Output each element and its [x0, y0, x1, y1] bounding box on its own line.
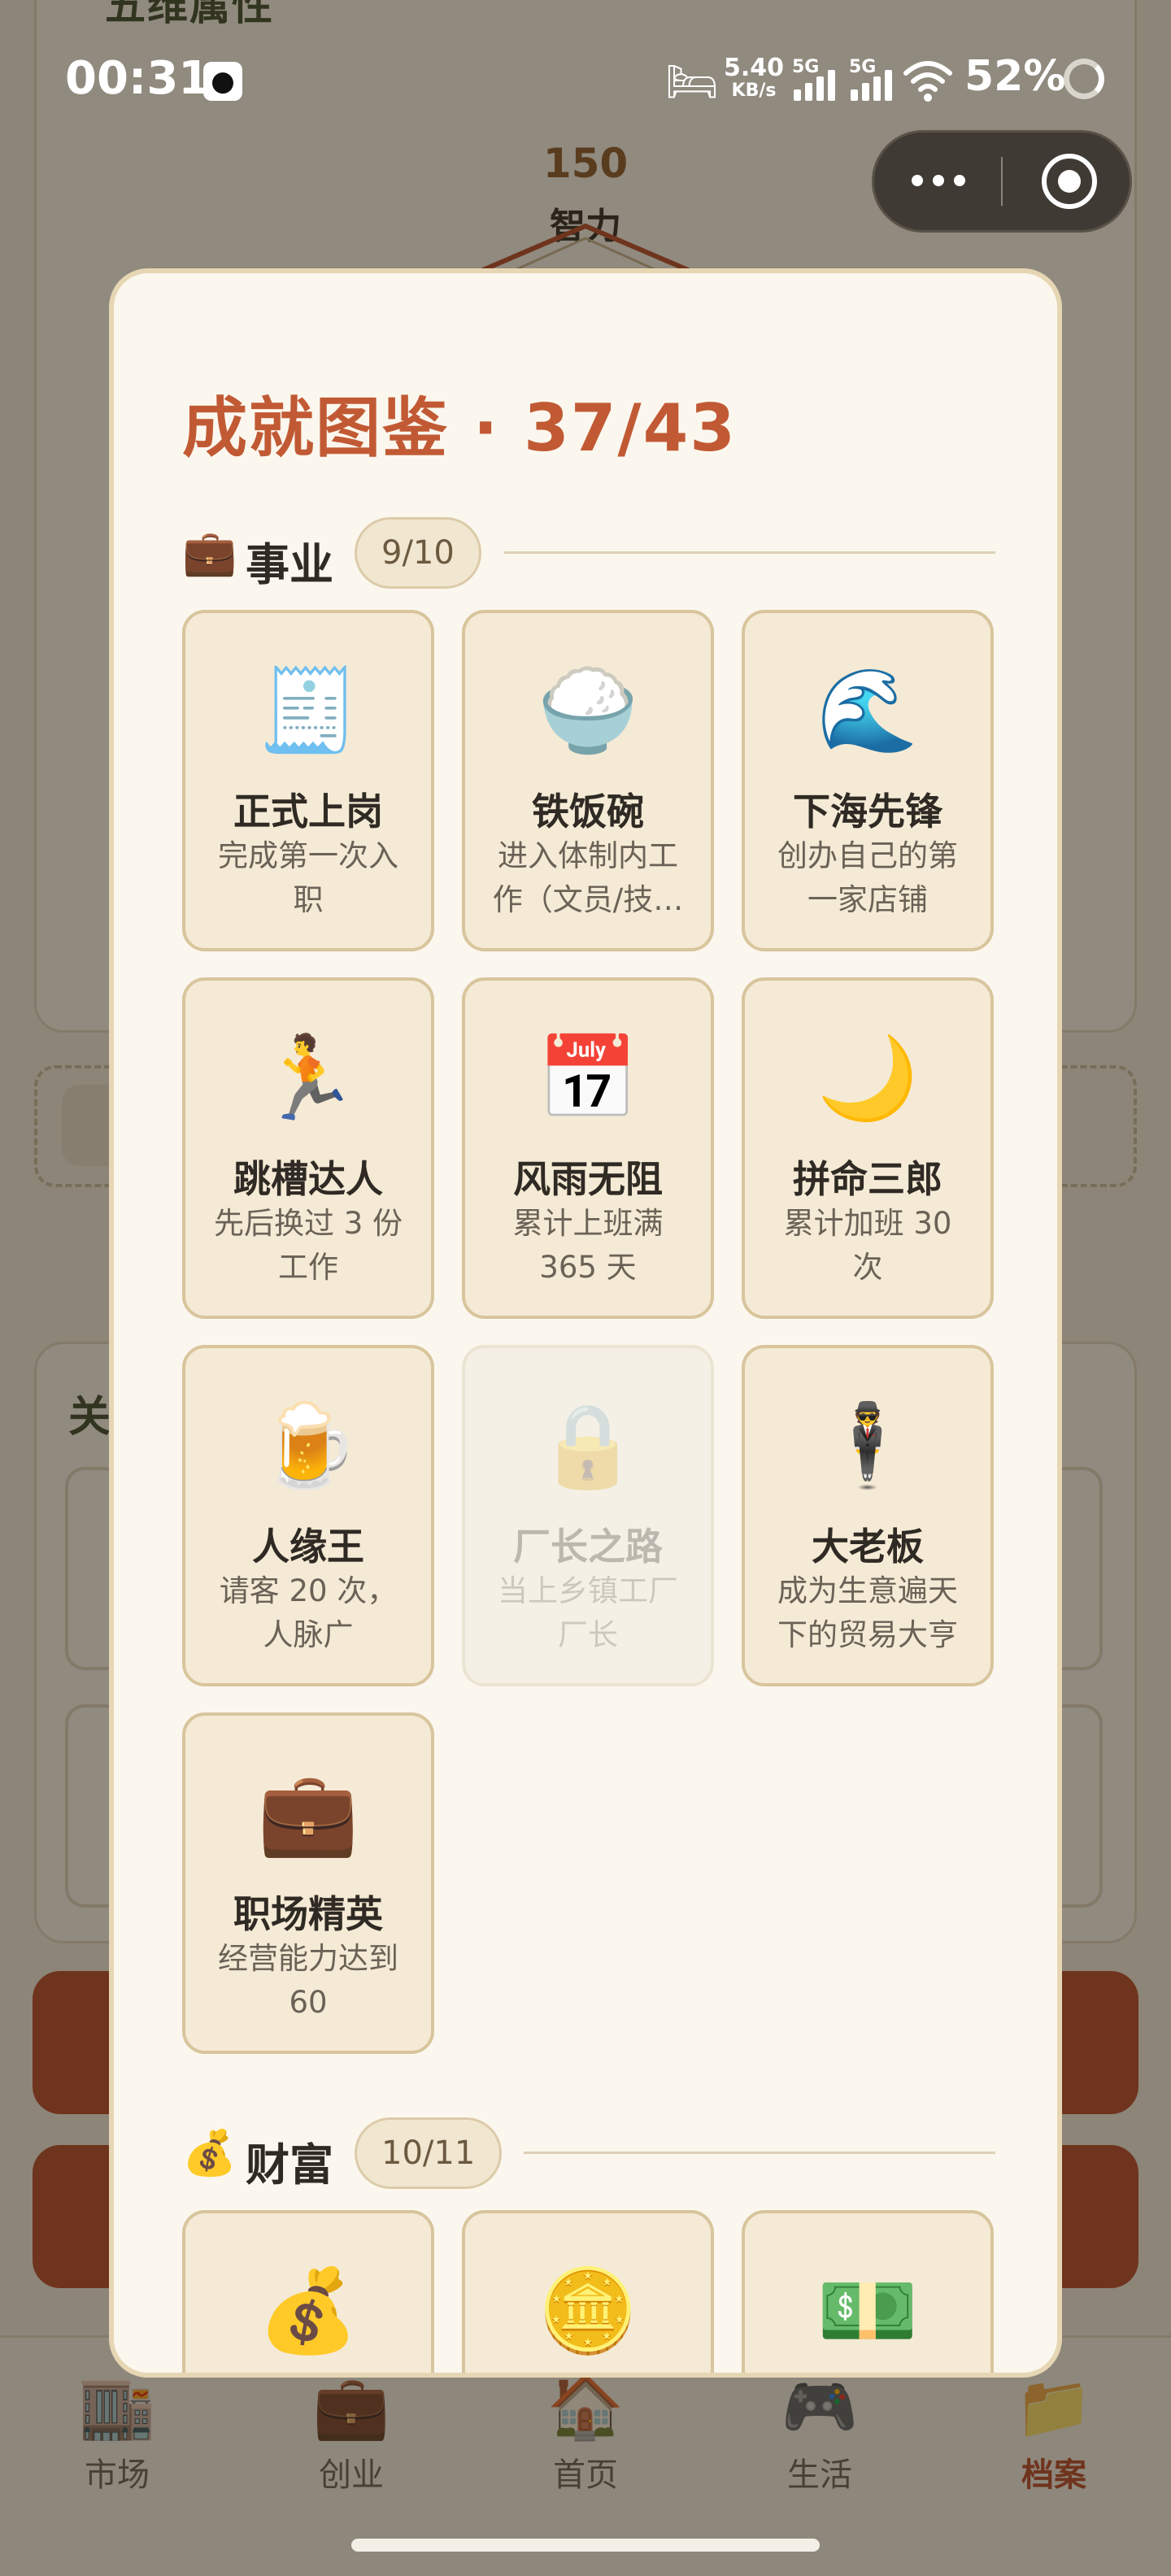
- section-count-badge: 10/11: [355, 2117, 503, 2189]
- speed-value: 5.40: [724, 54, 785, 82]
- section-divider: [504, 551, 995, 554]
- achievement-card[interactable]: 🪙: [462, 2210, 714, 2373]
- achievement-name: 风雨无阻: [513, 1157, 663, 1201]
- modal-title: 成就图鉴 · 37/43: [182, 390, 737, 466]
- section-header-wealth: 💰 财富 10/11: [182, 2117, 995, 2191]
- receipt-icon: 🧾: [257, 663, 359, 758]
- beer-mug-icon: 🍺: [257, 1398, 359, 1493]
- wave-icon: 🌊: [816, 663, 919, 758]
- achievement-desc: 累计上班满 365 天: [512, 1206, 664, 1285]
- achievement-name: 下海先锋: [793, 790, 942, 833]
- qq-notification-icon: ●: [203, 62, 242, 101]
- coin-icon: 🪙: [537, 2263, 639, 2358]
- sleep-mode-icon: 🛏: [665, 58, 720, 107]
- briefcase-icon: 💼: [257, 1765, 359, 1860]
- briefcase-icon: 💼: [182, 527, 237, 578]
- achievement-desc: 累计加班 30 次: [783, 1206, 952, 1285]
- close-miniprogram-icon[interactable]: [1042, 154, 1097, 209]
- achievement-name: 人缘王: [252, 1525, 364, 1569]
- dollar-bill-icon: 💵: [816, 2263, 919, 2358]
- speed-unit: KB/s: [731, 80, 777, 101]
- section-header-career: 💼 事业 9/10: [182, 517, 995, 590]
- achievement-desc: 请客 20 次，人脉广: [219, 1573, 398, 1652]
- more-options-icon[interactable]: [874, 133, 1001, 230]
- achievements-modal: 成就图鉴 · 37/43 💼 事业 9/10 🧾 正式上岗 完成第一次入职 🍚 …: [109, 268, 1062, 2378]
- achievement-card[interactable]: 🌊 下海先锋 创办自己的第一家店铺: [742, 610, 994, 951]
- rice-bowl-icon: 🍚: [537, 663, 639, 758]
- achievement-desc: 创办自己的第一家店铺: [777, 838, 958, 917]
- achievement-card[interactable]: 🍺 人缘王 请客 20 次，人脉广: [182, 1345, 434, 1686]
- achievement-name: 正式上岗: [233, 790, 383, 833]
- section-label: 财富: [246, 2139, 333, 2191]
- cellular-signal-icon: 5G: [792, 57, 841, 101]
- achievement-card[interactable]: 💵: [742, 2210, 994, 2373]
- lock-icon: 🔒: [537, 1398, 639, 1493]
- miniprogram-capsule: [872, 130, 1132, 233]
- money-bag-icon: 💰: [182, 2127, 237, 2178]
- achievement-card-locked[interactable]: 🔒 厂长之路 当上乡镇工厂厂长: [462, 1345, 714, 1686]
- achievement-card[interactable]: 🌙 拼命三郎 累计加班 30 次: [742, 977, 994, 1319]
- section-count-badge: 9/10: [355, 517, 481, 589]
- capsule-divider: [1001, 157, 1003, 206]
- achievement-desc: 进入体制内工作（文员/技术员）: [492, 838, 684, 917]
- achievement-desc: 经营能力达到 60: [218, 1941, 398, 2020]
- achievement-desc: 成为生意遍天下的贸易大亨: [777, 1573, 958, 1652]
- achievement-card[interactable]: 💼 职场精英 经营能力达到 60: [182, 1712, 434, 2054]
- network-speed: 5.40 KB/s: [724, 55, 784, 101]
- achievement-name: 拼命三郎: [793, 1157, 942, 1201]
- cellular-signal-icon: 5G: [849, 57, 898, 101]
- achievement-card[interactable]: 💰: [182, 2210, 434, 2373]
- achievement-desc: 当上乡镇工厂厂长: [498, 1573, 678, 1652]
- money-bag-icon: 💰: [257, 2263, 359, 2358]
- wifi-icon: [903, 61, 952, 102]
- achievement-name: 铁饭碗: [532, 790, 644, 833]
- achievement-name: 大老板: [812, 1525, 924, 1569]
- running-person-icon: 🏃: [257, 1030, 359, 1125]
- achievement-card[interactable]: 🍚 铁饭碗 进入体制内工作（文员/技术员）: [462, 610, 714, 951]
- section-divider: [524, 2152, 995, 2154]
- achievement-desc: 先后换过 3 份工作: [213, 1206, 403, 1285]
- achievement-name: 厂长之路: [513, 1525, 663, 1569]
- battery-percent: 52%: [964, 52, 1066, 101]
- achievement-card[interactable]: 🧾 正式上岗 完成第一次入职: [182, 610, 434, 951]
- clock: 00:31: [65, 52, 211, 105]
- businessman-icon: 🕴: [816, 1398, 919, 1493]
- achievement-card[interactable]: 🕴 大老板 成为生意遍天下的贸易大亨: [742, 1345, 994, 1686]
- battery-icon: [1064, 59, 1104, 99]
- achievement-name: 跳槽达人: [233, 1157, 383, 1201]
- achievement-card[interactable]: 📅 风雨无阻 累计上班满 365 天: [462, 977, 714, 1319]
- achievement-desc: 完成第一次入职: [218, 838, 398, 917]
- home-indicator[interactable]: [351, 2539, 820, 2552]
- moon-icon: 🌙: [816, 1030, 919, 1125]
- achievement-name: 职场精英: [233, 1892, 383, 1936]
- achievement-card[interactable]: 🏃 跳槽达人 先后换过 3 份工作: [182, 977, 434, 1319]
- section-label: 事业: [246, 539, 333, 590]
- calendar-icon: 📅: [537, 1030, 639, 1125]
